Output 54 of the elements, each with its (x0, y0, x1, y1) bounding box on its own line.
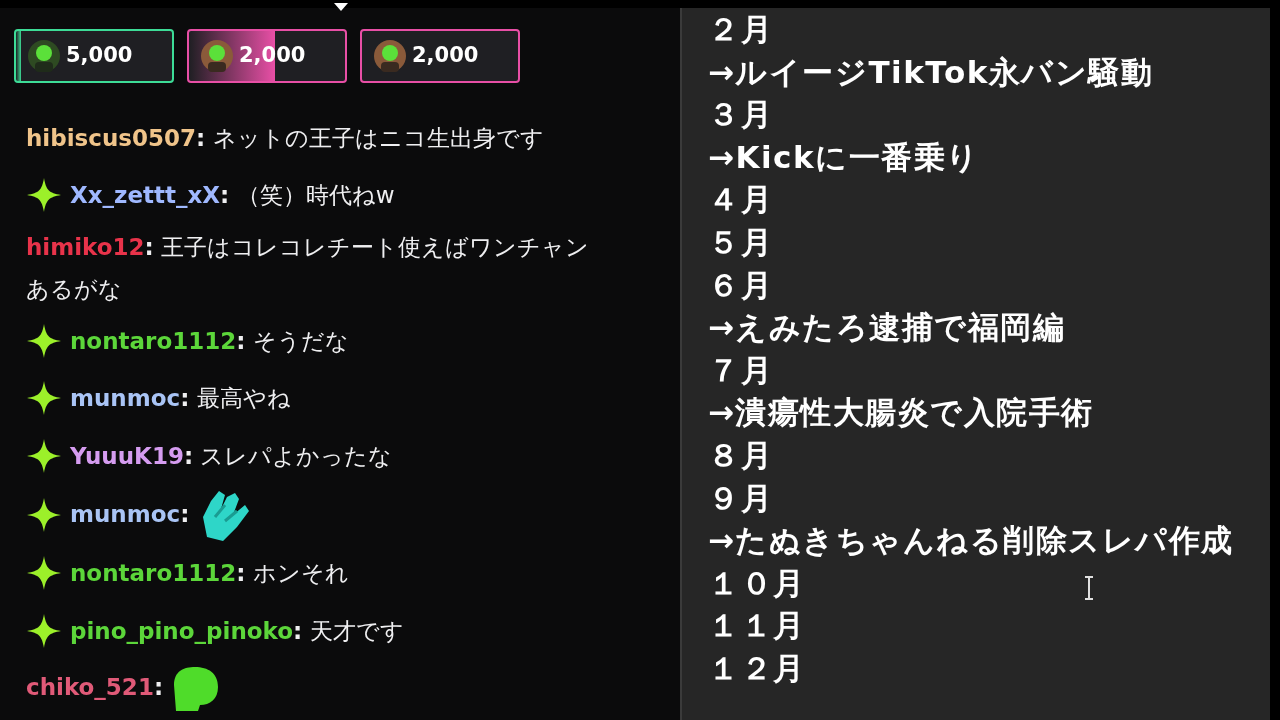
note-line: ４月 (708, 180, 773, 220)
avatar-icon (201, 40, 233, 72)
chat-message: 最高やね (196, 385, 291, 412)
note-line: １２月 (708, 648, 806, 688)
chat-username[interactable]: munmoc (70, 385, 181, 412)
chat-message: 王子はコレコレチート使えばワンチャン (161, 234, 590, 260)
chat-username[interactable]: himiko12 (26, 234, 145, 260)
note-line: ９月 (708, 478, 773, 518)
note-line: ５月 (708, 222, 773, 262)
note-line: →ルイージTikTok永バン騒動 (708, 52, 1154, 92)
chat-username[interactable]: nontaro1112 (70, 560, 237, 587)
chat-message: そうだな (252, 327, 349, 354)
chat-message-continued: あるがな (26, 275, 122, 304)
colon: : (196, 124, 206, 151)
chat-username[interactable]: chiko_521 (26, 673, 154, 700)
colon: : (180, 385, 190, 412)
colon: : (153, 673, 164, 700)
colon: : (220, 182, 230, 209)
chat-message: （笑）時代ねw (236, 182, 395, 209)
colon: : (144, 234, 154, 260)
colon: : (183, 442, 194, 469)
chat-message: ネットの王子はニコ生出身です (212, 124, 544, 151)
note-line: ３月 (708, 95, 773, 135)
note-line: →たぬきちゃんねる削除スレパ作成 (708, 521, 1234, 561)
note-line: ７月 (708, 350, 773, 390)
prediction-amount: 2,000 (412, 42, 479, 70)
prediction-button[interactable]: 5,000 (14, 29, 174, 83)
chat-username[interactable]: nontaro1112 (70, 327, 237, 354)
avatar-icon (374, 40, 406, 72)
colon: : (180, 500, 190, 526)
chat-username[interactable]: munmoc (70, 500, 181, 526)
colon: : (236, 560, 246, 587)
caret-icon (334, 3, 348, 11)
note-line: ２月 (708, 10, 773, 49)
chat-message: ホンそれ (252, 560, 349, 587)
note-line: →えみたろ逮捕で福岡編 (708, 308, 1066, 348)
note-line: →潰瘍性大腸炎で入院手術 (708, 393, 1094, 433)
note-line: ８月 (708, 435, 773, 475)
prediction-button[interactable]: 2,000 (360, 29, 520, 83)
note-line: →Kickに一番乗り (708, 137, 980, 177)
chat-username[interactable]: YuuuK19 (70, 442, 184, 469)
colon: : (293, 617, 303, 644)
text-cursor-icon (1084, 576, 1094, 600)
note-line: １１月 (708, 606, 806, 646)
note-line: １０月 (708, 563, 806, 603)
chat-username[interactable]: hibiscus0507 (26, 124, 196, 151)
chat-username[interactable]: pino_pino_pinoko (70, 617, 294, 644)
chat-message: 天才です (309, 617, 404, 644)
chat-username[interactable]: Xx_zettt_xX (70, 182, 221, 209)
chat-message: スレパよかったな (200, 442, 393, 469)
colon: : (236, 327, 246, 354)
avatar-icon (28, 40, 60, 72)
note-line: ６月 (708, 265, 773, 305)
prediction-amount: 5,000 (66, 42, 133, 70)
